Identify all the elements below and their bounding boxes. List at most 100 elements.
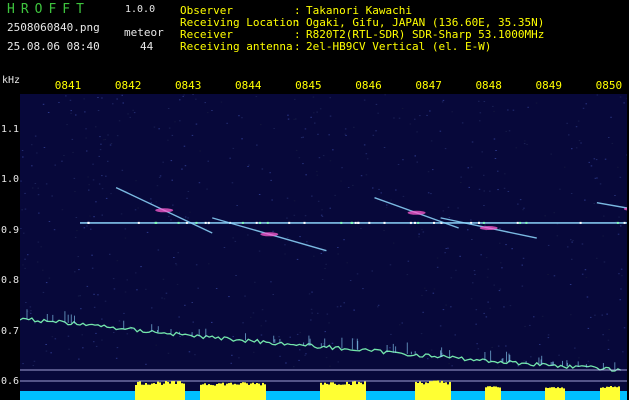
noise-speck	[171, 134, 174, 136]
signal-strength-bar	[175, 384, 177, 400]
signal-strength-bar	[497, 387, 499, 400]
noise-speck	[95, 126, 97, 128]
noise-speck	[380, 192, 382, 194]
noise-speck	[570, 239, 572, 241]
noise-speck	[155, 201, 157, 203]
noise-speck	[183, 94, 185, 96]
signal-strength-bar	[151, 383, 153, 400]
noise-speck	[34, 322, 36, 324]
spectrogram-svg	[20, 94, 627, 400]
signal-strength-bar	[421, 383, 423, 400]
noise-speck	[523, 207, 525, 209]
noise-speck	[45, 282, 48, 284]
noise-speck	[92, 179, 95, 181]
noise-speck	[447, 206, 450, 208]
noise-speck	[104, 138, 107, 140]
noise-speck	[356, 273, 359, 275]
signal-strength-bar	[206, 385, 208, 400]
noise-speck	[34, 135, 37, 137]
noise-speck	[416, 131, 418, 133]
signal-strength-bar	[419, 381, 421, 400]
noise-speck	[88, 189, 90, 191]
noise-speck	[523, 360, 525, 362]
carrier-hotspot	[516, 221, 519, 224]
noise-speck	[570, 314, 572, 316]
noise-speck	[135, 180, 137, 182]
noise-speck	[375, 130, 377, 132]
observer-label: Observer	[180, 4, 233, 17]
noise-speck	[86, 285, 89, 287]
signal-strength-bar	[224, 385, 226, 400]
noise-speck	[295, 149, 298, 151]
noise-speck	[448, 217, 451, 219]
noise-speck	[47, 112, 50, 113]
noise-speck	[31, 165, 33, 167]
noise-speck	[595, 159, 598, 161]
noise-speck	[293, 214, 296, 216]
signal-strength-bar	[216, 384, 218, 400]
noise-speck	[195, 123, 198, 125]
noise-speck	[34, 183, 37, 184]
noise-speck	[615, 221, 617, 222]
noise-speck	[553, 275, 556, 277]
noise-speck	[101, 97, 103, 99]
noise-speck	[48, 221, 51, 222]
noise-speck	[454, 334, 456, 336]
noise-speck	[97, 110, 100, 111]
signal-strength-bar	[141, 384, 143, 400]
noise-speck	[311, 195, 313, 197]
noise-speck	[608, 329, 610, 330]
noise-speck	[93, 341, 95, 343]
noise-speck	[45, 344, 47, 345]
carrier-hotspot	[623, 221, 626, 224]
noise-speck	[571, 148, 573, 150]
noise-speck	[116, 347, 119, 349]
noise-speck	[129, 326, 131, 328]
noise-speck	[439, 325, 442, 327]
noise-speck	[186, 197, 188, 199]
noise-speck	[429, 110, 431, 112]
noise-speck	[101, 188, 104, 190]
noise-speck	[187, 217, 189, 219]
noise-speck	[564, 166, 566, 168]
signal-strength-bar	[145, 383, 147, 400]
noise-speck	[70, 110, 72, 112]
noise-speck	[304, 354, 306, 356]
observer-colon: :	[294, 4, 301, 17]
carrier-hotspot	[525, 221, 528, 224]
noise-speck	[77, 256, 79, 258]
noise-speck	[460, 176, 462, 178]
signal-strength-bar	[181, 383, 183, 400]
noise-speck	[442, 99, 445, 101]
noise-speck	[126, 279, 128, 281]
noise-speck	[304, 128, 307, 130]
noise-speck	[493, 110, 495, 112]
carrier-hotspot	[478, 221, 480, 224]
noise-speck	[270, 179, 272, 181]
noise-speck	[129, 116, 131, 118]
noise-speck	[95, 201, 97, 203]
noise-speck	[97, 294, 99, 296]
noise-speck	[622, 351, 624, 353]
noise-speck	[50, 352, 52, 354]
noise-speck	[36, 152, 38, 154]
noise-speck	[402, 159, 404, 161]
noise-speck	[582, 107, 585, 109]
noise-speck	[192, 321, 194, 323]
frequency-tick-label: 0.9	[1, 224, 20, 236]
noise-speck	[343, 239, 345, 241]
carrier-hotspot	[259, 221, 262, 224]
noise-speck	[74, 236, 77, 238]
noise-speck	[459, 255, 461, 257]
noise-speck	[289, 336, 291, 338]
noise-speck	[318, 157, 321, 159]
signal-strength-bar	[163, 383, 165, 400]
noise-speck	[487, 268, 489, 270]
noise-speck	[162, 278, 165, 280]
hrofft-screen: HROFFT 1.0.0 2508060840.png meteor 25.08…	[0, 0, 629, 400]
noise-speck	[402, 195, 405, 197]
carrier-hotspot	[383, 221, 386, 224]
noise-speck	[72, 151, 74, 153]
noise-speck	[493, 138, 496, 140]
noise-speck	[329, 365, 331, 367]
